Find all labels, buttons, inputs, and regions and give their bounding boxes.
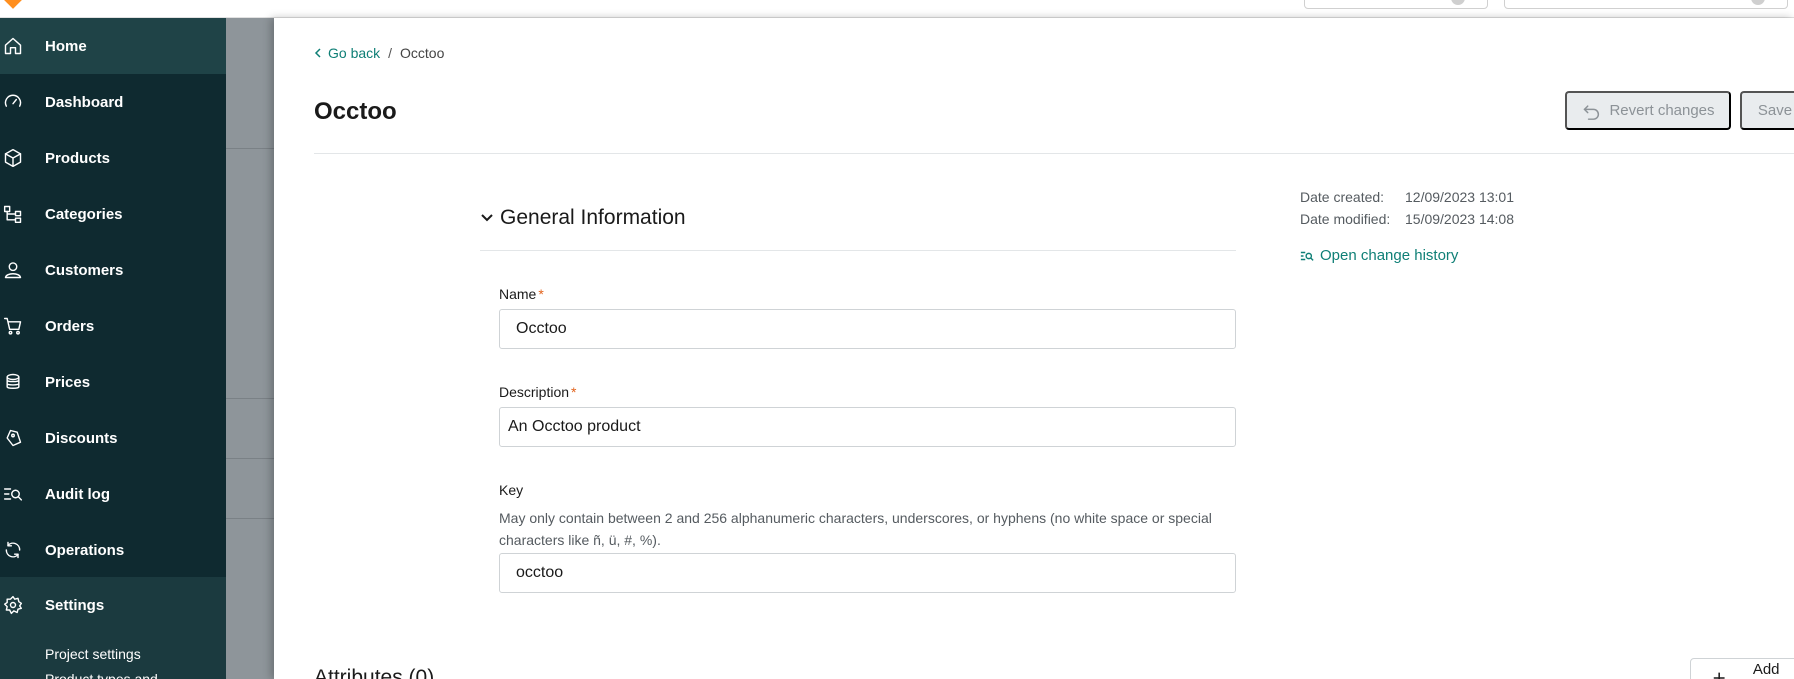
open-change-history-link[interactable]: Open change history bbox=[1300, 247, 1458, 264]
gear-icon bbox=[2, 594, 24, 616]
name-input[interactable] bbox=[499, 309, 1236, 349]
coins-icon bbox=[2, 371, 24, 393]
chevron-down-icon bbox=[481, 214, 493, 222]
required-marker: * bbox=[538, 286, 544, 302]
sidebar-item-orders[interactable]: Orders bbox=[0, 298, 226, 354]
description-input[interactable] bbox=[499, 407, 1236, 447]
sidebar-item-label: Products bbox=[45, 149, 111, 167]
description-field-label: Description * bbox=[499, 384, 576, 400]
key-field-label: Key bbox=[499, 482, 523, 498]
top-project-switcher[interactable] bbox=[1304, 0, 1488, 9]
tag-icon bbox=[2, 427, 24, 449]
breadcrumb: Go back / Occtoo bbox=[314, 45, 444, 61]
breadcrumb-current: Occtoo bbox=[400, 45, 445, 61]
settings-section: Settings Project settings Product types … bbox=[0, 577, 226, 679]
chevron-down-icon bbox=[1451, 0, 1465, 5]
undo-icon bbox=[1584, 104, 1600, 120]
breadcrumb-separator: / bbox=[388, 45, 393, 61]
go-back-label: Go back bbox=[328, 45, 381, 61]
top-bar bbox=[0, 0, 1794, 18]
sidebar-item-label: Operations bbox=[45, 541, 125, 559]
go-back-link[interactable]: Go back bbox=[314, 45, 380, 61]
date-created-label: Date created: bbox=[1300, 189, 1385, 205]
date-modified: Date modified: 15/09/2023 14:08 bbox=[1300, 211, 1514, 227]
header-divider bbox=[314, 153, 1794, 154]
sidebar-item-label: Audit log bbox=[45, 485, 110, 503]
list-search-icon bbox=[1300, 251, 1314, 261]
revert-changes-button[interactable]: Revert changes bbox=[1565, 91, 1731, 130]
sidebar-item-categories[interactable]: Categories bbox=[0, 186, 226, 242]
gauge-icon bbox=[2, 91, 24, 113]
key-input[interactable] bbox=[499, 553, 1236, 593]
name-label-text: Name bbox=[499, 286, 537, 302]
sidebar-item-label: Settings bbox=[45, 596, 105, 614]
sidebar-item-label: Orders bbox=[45, 317, 95, 335]
add-attribute-button[interactable]: Add attribute bbox=[1690, 658, 1794, 679]
date-created-value: 12/09/2023 13:01 bbox=[1405, 189, 1514, 205]
plus-icon bbox=[1713, 672, 1725, 679]
list-search-icon bbox=[2, 483, 24, 505]
date-created: Date created: 12/09/2023 13:01 bbox=[1300, 189, 1514, 205]
hierarchy-icon bbox=[2, 203, 24, 225]
sidebar-item-home[interactable]: Home bbox=[0, 18, 226, 74]
sidebar-item-operations[interactable]: Operations bbox=[0, 522, 226, 578]
sidebar-item-label: Categories bbox=[45, 205, 123, 223]
key-field-hint: May only contain between 2 and 256 alpha… bbox=[499, 510, 1212, 548]
top-user-menu[interactable] bbox=[1504, 0, 1788, 9]
key-label-text: Key bbox=[499, 482, 524, 498]
save-button[interactable]: Save bbox=[1740, 91, 1794, 130]
sidebar-subitem-product-types[interactable]: Product types and bbox=[45, 671, 158, 679]
avatar bbox=[1751, 0, 1765, 5]
brand-logo[interactable] bbox=[3, 0, 23, 9]
section-title: General Information bbox=[500, 206, 686, 229]
sidebar-item-prices[interactable]: Prices bbox=[0, 354, 226, 410]
revert-changes-label: Revert changes bbox=[1609, 102, 1715, 119]
sidebar-item-products[interactable]: Products bbox=[0, 130, 226, 186]
sidebar: Home Dashboard Products Categories Custo… bbox=[0, 18, 226, 679]
save-label: Save bbox=[1757, 102, 1793, 119]
page-title: Occtoo bbox=[314, 98, 397, 125]
sync-icon bbox=[2, 539, 24, 561]
date-modified-label: Date modified: bbox=[1300, 211, 1391, 227]
attributes-heading: Attributes (0) bbox=[314, 666, 435, 679]
required-marker: * bbox=[571, 384, 577, 400]
sidebar-item-label: Dashboard bbox=[45, 93, 124, 111]
date-modified-value: 15/09/2023 14:08 bbox=[1405, 211, 1514, 227]
product-type-detail-panel: Go back / Occtoo Occtoo Revert changes S… bbox=[274, 18, 1794, 679]
sidebar-item-label: Discounts bbox=[45, 429, 118, 447]
name-field-label: Name * bbox=[499, 286, 544, 302]
sidebar-item-discounts[interactable]: Discounts bbox=[0, 410, 226, 466]
general-information-toggle[interactable]: General Information bbox=[480, 206, 686, 230]
chevron-left-icon bbox=[314, 48, 321, 58]
open-change-history-label: Open change history bbox=[1320, 247, 1459, 264]
section-divider bbox=[480, 250, 1236, 251]
sidebar-item-dashboard[interactable]: Dashboard bbox=[0, 74, 226, 130]
background-page-overlay bbox=[226, 18, 276, 679]
sidebar-item-settings[interactable]: Settings bbox=[0, 577, 226, 633]
home-icon bbox=[2, 35, 24, 57]
sidebar-item-label: Home bbox=[45, 37, 87, 55]
description-label-text: Description bbox=[499, 384, 570, 400]
sidebar-subitem-project-settings[interactable]: Project settings bbox=[45, 646, 141, 662]
user-icon bbox=[2, 259, 24, 281]
sidebar-item-label: Customers bbox=[45, 261, 124, 279]
sidebar-item-audit-log[interactable]: Audit log bbox=[0, 466, 226, 522]
add-attribute-label: Add attribute bbox=[1739, 661, 1793, 679]
sidebar-item-customers[interactable]: Customers bbox=[0, 242, 226, 298]
cart-icon bbox=[2, 315, 24, 337]
sidebar-item-label: Prices bbox=[45, 373, 91, 391]
box-icon bbox=[2, 147, 24, 169]
